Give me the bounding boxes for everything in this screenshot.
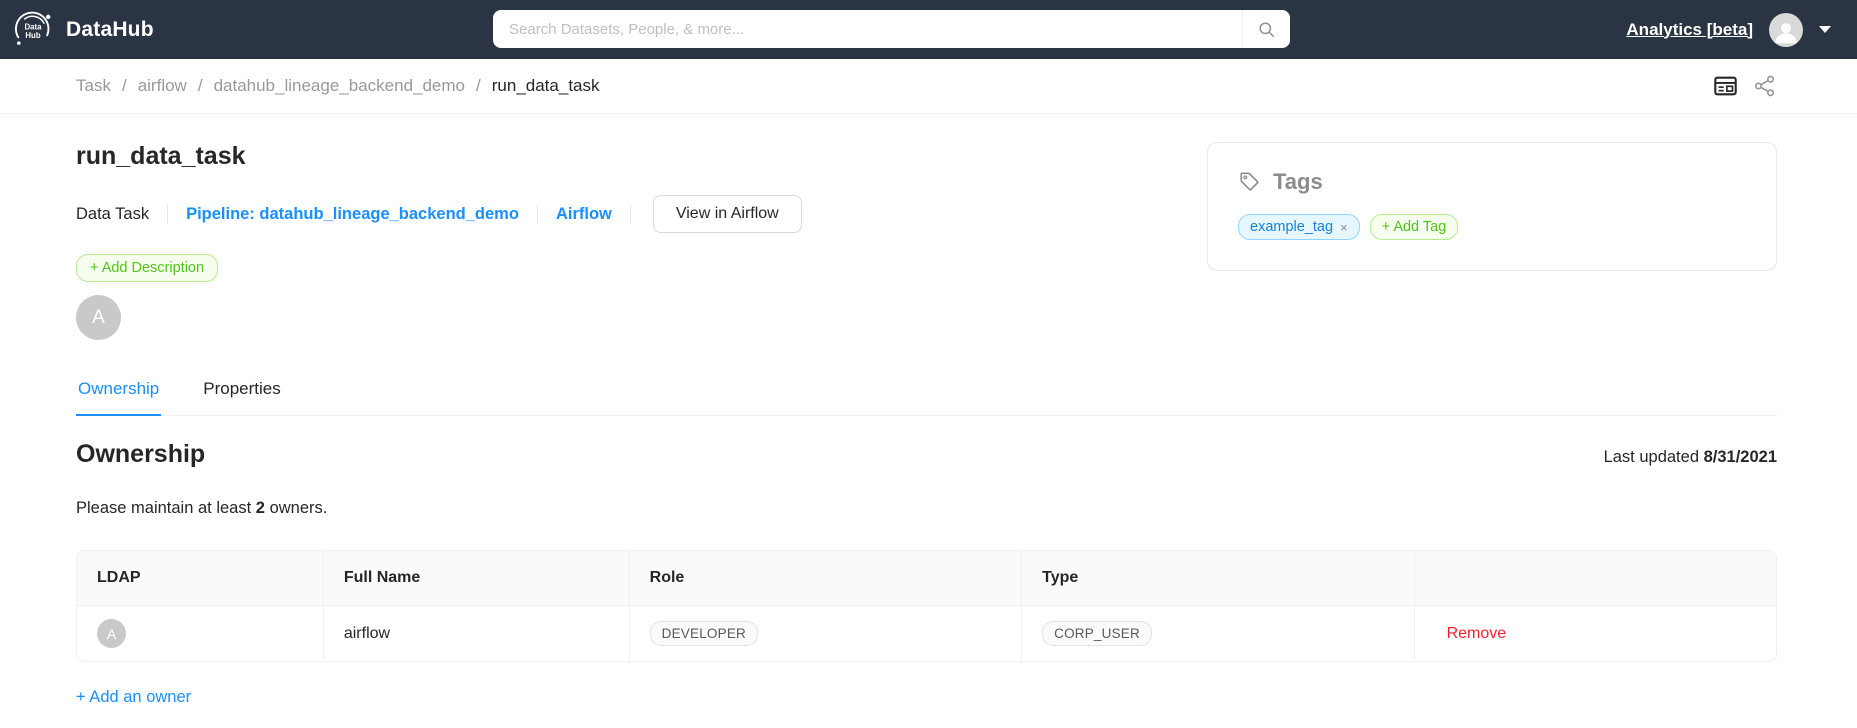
ownership-heading: Ownership	[76, 440, 206, 468]
owners-note-suffix: owners.	[269, 499, 328, 517]
tab-bar: Ownership Properties	[76, 379, 1777, 416]
tag-label: example_tag	[1250, 219, 1334, 235]
cell-role: DEVELOPER	[629, 605, 1023, 661]
detail-view-button[interactable]	[1713, 74, 1738, 99]
divider	[629, 204, 631, 224]
owner-avatar[interactable]: A	[76, 295, 121, 340]
breadcrumb-separator: /	[476, 76, 481, 95]
owners-note-prefix: Please maintain at least	[76, 499, 252, 517]
column-header-type: Type	[1021, 551, 1415, 606]
owner-row-avatar[interactable]: A	[97, 619, 126, 648]
role-badge: DEVELOPER	[649, 621, 758, 646]
tab-ownership[interactable]: Ownership	[76, 379, 162, 416]
add-owner-button[interactable]: + Add an owner	[76, 688, 191, 707]
tag-example-tag[interactable]: example_tag ×	[1238, 214, 1360, 240]
cell-fullname: airflow	[323, 605, 630, 661]
search-input[interactable]	[493, 10, 1242, 48]
view-in-airflow-button[interactable]: View in Airflow	[652, 195, 802, 233]
svg-text:Hub: Hub	[25, 30, 40, 39]
column-header-actions	[1414, 551, 1776, 606]
page-content: run_data_task Data Task Pipeline: datahu…	[0, 142, 1857, 707]
last-updated: Last updated 8/31/2021	[1604, 448, 1777, 467]
nav-right-group: Analytics [beta]	[1626, 12, 1831, 47]
owners-note: Please maintain at least 2 owners.	[76, 499, 1777, 518]
cell-type: CORP_USER	[1021, 605, 1415, 661]
breadcrumb-separator: /	[197, 76, 203, 95]
entity-header-left: run_data_task Data Task Pipeline: datahu…	[76, 142, 802, 340]
pipeline-link[interactable]: Pipeline: datahub_lineage_backend_demo	[186, 205, 519, 224]
breadcrumb-separator: /	[121, 76, 127, 95]
last-updated-label: Last updated	[1603, 448, 1699, 466]
breadcrumb-item-pipeline[interactable]: datahub_lineage_backend_demo	[214, 76, 465, 96]
lineage-icon	[1754, 75, 1775, 97]
top-nav: Data Hub DataHub Analytics [beta]	[0, 0, 1857, 59]
remove-owner-button[interactable]: Remove	[1435, 625, 1507, 643]
divider	[167, 204, 169, 224]
add-description-button[interactable]: + Add Description	[76, 254, 219, 282]
entity-type-label: Data Task	[76, 204, 150, 223]
brand-title[interactable]: DataHub	[66, 18, 154, 42]
tags-card-header: Tags	[1238, 169, 1746, 195]
datahub-logo-icon[interactable]: Data Hub	[12, 9, 54, 51]
cell-ldap: A	[77, 605, 324, 661]
view-toggle-group	[1713, 74, 1777, 99]
user-avatar[interactable]	[1769, 12, 1803, 47]
column-header-ldap: LDAP	[77, 551, 324, 606]
person-icon	[1775, 22, 1797, 43]
tag-remove-icon[interactable]: ×	[1340, 220, 1348, 235]
analytics-link[interactable]: Analytics [beta]	[1626, 20, 1753, 40]
add-tag-button[interactable]: + Add Tag	[1369, 214, 1459, 240]
lineage-view-button[interactable]	[1753, 74, 1777, 98]
detail-view-icon	[1714, 76, 1737, 95]
tag-icon	[1240, 171, 1259, 191]
search-button[interactable]	[1242, 10, 1290, 48]
owners-note-count: 2	[255, 499, 265, 517]
column-header-fullname: Full Name	[323, 551, 630, 606]
column-header-role: Role	[629, 551, 1023, 606]
tags-list: example_tag × + Add Tag	[1238, 214, 1746, 240]
tab-properties[interactable]: Properties	[201, 379, 282, 415]
search-icon	[1259, 21, 1274, 37]
platform-link[interactable]: Airflow	[556, 205, 612, 224]
entity-header: run_data_task Data Task Pipeline: datahu…	[76, 142, 1777, 340]
breadcrumb-item-task[interactable]: Task	[76, 76, 111, 96]
entity-meta-row: Data Task Pipeline: datahub_lineage_back…	[76, 195, 802, 233]
chevron-down-icon[interactable]	[1819, 26, 1831, 33]
owners-table-container: LDAP Full Name Role Type A airflow DEVEL…	[76, 550, 1777, 662]
table-header-row: LDAP Full Name Role Type	[77, 551, 1776, 606]
tags-card: Tags example_tag × + Add Tag	[1207, 142, 1777, 271]
breadcrumb-item-airflow[interactable]: airflow	[138, 76, 187, 96]
ownership-section-header: Ownership Last updated 8/31/2021	[76, 440, 1777, 469]
table-row: A airflow DEVELOPER CORP_USER Remove	[77, 605, 1776, 662]
type-badge: CORP_USER	[1042, 621, 1152, 646]
breadcrumb: Task / airflow / datahub_lineage_backend…	[0, 59, 1857, 114]
divider	[536, 204, 538, 224]
cell-actions: Remove	[1414, 606, 1776, 662]
owners-table: LDAP Full Name Role Type A airflow DEVEL…	[77, 551, 1776, 661]
tags-card-title: Tags	[1273, 169, 1323, 194]
search-bar	[493, 10, 1290, 48]
last-updated-date: 8/31/2021	[1703, 448, 1777, 466]
breadcrumb-item-current: run_data_task	[491, 76, 600, 95]
page-title: run_data_task	[76, 142, 246, 170]
